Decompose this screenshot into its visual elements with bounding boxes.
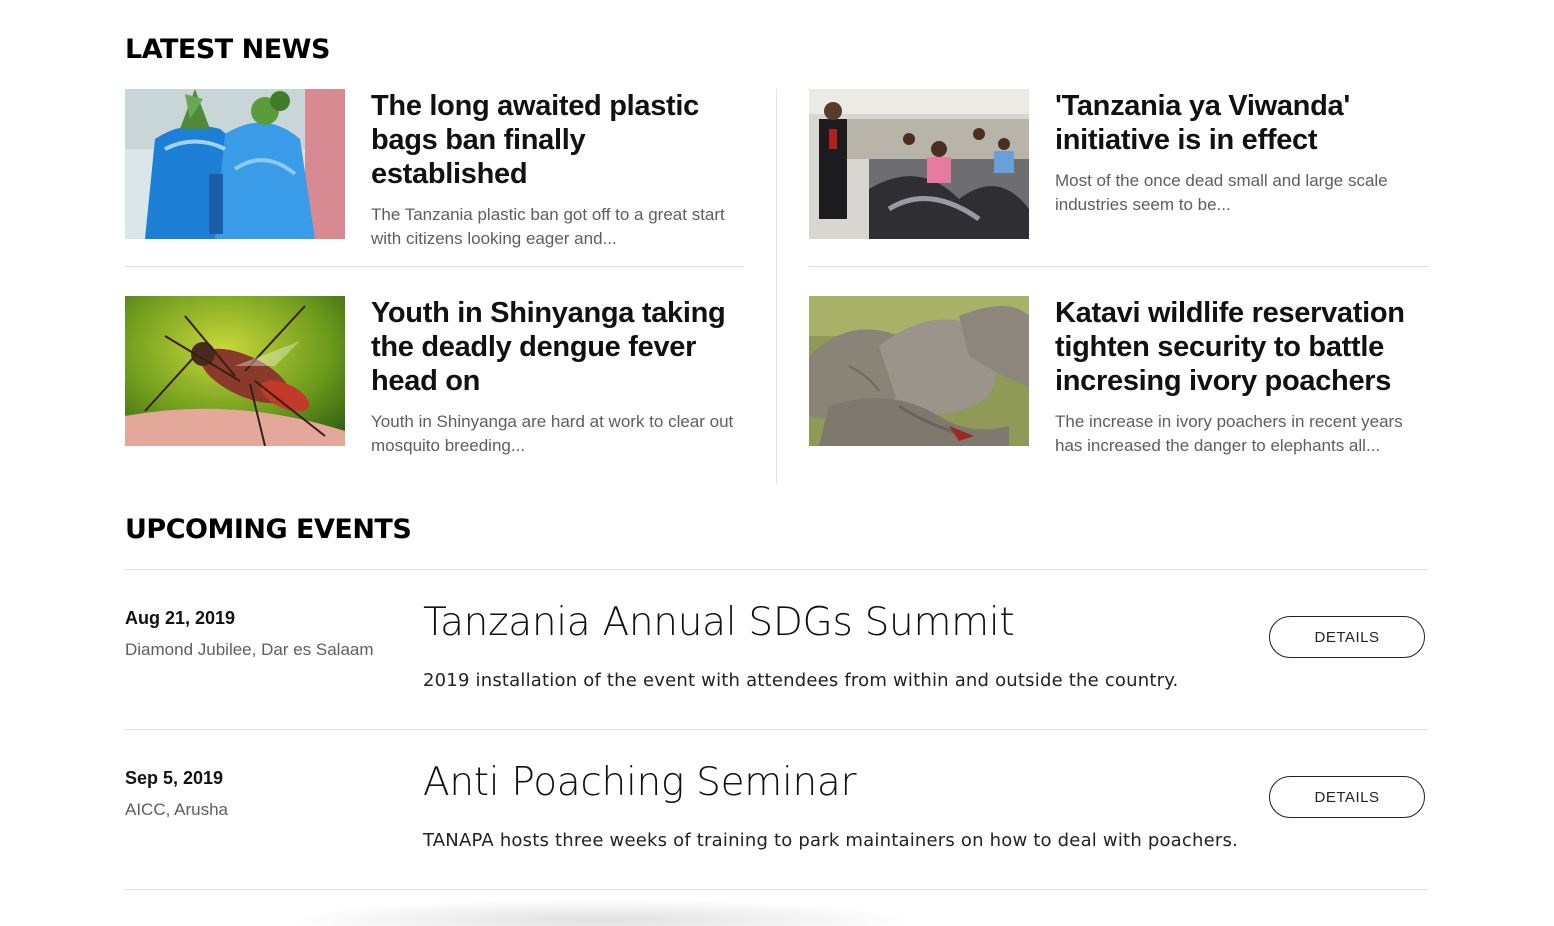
news-excerpt: The increase in ivory poachers in recent…: [1055, 412, 1403, 455]
mosquito-photo[interactable]: [125, 296, 345, 446]
bottom-shadow: [300, 900, 900, 926]
event-row: Aug 21, 2019 Diamond Jubilee, Dar es Sal…: [125, 569, 1429, 729]
news-divider: [809, 266, 1429, 267]
news-item[interactable]: The long awaited plastic bags ban finall…: [125, 89, 744, 251]
details-button[interactable]: DETAILS: [1269, 776, 1425, 818]
elephants-photo[interactable]: [809, 296, 1029, 446]
news-text: Katavi wildlife reservation tighten secu…: [1055, 296, 1429, 458]
events-list: Aug 21, 2019 Diamond Jubilee, Dar es Sal…: [125, 569, 1429, 890]
event-title[interactable]: Tanzania Annual SDGs Summit: [423, 600, 1015, 645]
news-item[interactable]: Youth in Shinyanga taking the deadly den…: [125, 296, 744, 458]
news-title[interactable]: The long awaited plastic bags ban finall…: [371, 89, 744, 191]
news-item[interactable]: 'Tanzania ya Viwanda' initiative is in e…: [809, 89, 1429, 239]
news-divider: [125, 266, 744, 267]
news-text: The long awaited plastic bags ban finall…: [371, 89, 744, 251]
news-item[interactable]: Katavi wildlife reservation tighten secu…: [809, 296, 1429, 458]
event-description: 2019 installation of the event with atte…: [423, 670, 1179, 691]
news-text: Youth in Shinyanga taking the deadly den…: [371, 296, 744, 458]
plastic-bags-photo[interactable]: [125, 89, 345, 239]
page: LATEST NEWS The long awaited plastic bag…: [0, 0, 1554, 926]
news-title[interactable]: 'Tanzania ya Viwanda' initiative is in e…: [1055, 89, 1429, 157]
event-venue: Diamond Jubilee, Dar es Salaam: [125, 640, 374, 659]
event-title[interactable]: Anti Poaching Seminar: [423, 760, 857, 805]
news-excerpt: Most of the once dead small and large sc…: [1055, 171, 1388, 214]
news-title[interactable]: Youth in Shinyanga taking the deadly den…: [371, 296, 744, 398]
event-date: Aug 21, 2019: [125, 608, 236, 628]
details-button[interactable]: DETAILS: [1269, 616, 1425, 658]
event-venue: AICC, Arusha: [125, 800, 228, 819]
news-title[interactable]: Katavi wildlife reservation tighten secu…: [1055, 296, 1429, 398]
event-description: TANAPA hosts three weeks of training to …: [423, 830, 1238, 851]
upcoming-events-heading: UPCOMING EVENTS: [125, 514, 412, 545]
latest-news-heading: LATEST NEWS: [125, 34, 330, 65]
column-divider: [776, 89, 777, 484]
event-row: Sep 5, 2019 AICC, Arusha Anti Poaching S…: [125, 729, 1429, 890]
news-excerpt: The Tanzania plastic ban got off to a gr…: [371, 205, 725, 248]
factory-photo[interactable]: [809, 89, 1029, 239]
event-date: Sep 5, 2019: [125, 768, 224, 788]
news-excerpt: Youth in Shinyanga are hard at work to c…: [371, 412, 734, 455]
news-text: 'Tanzania ya Viwanda' initiative is in e…: [1055, 89, 1429, 239]
